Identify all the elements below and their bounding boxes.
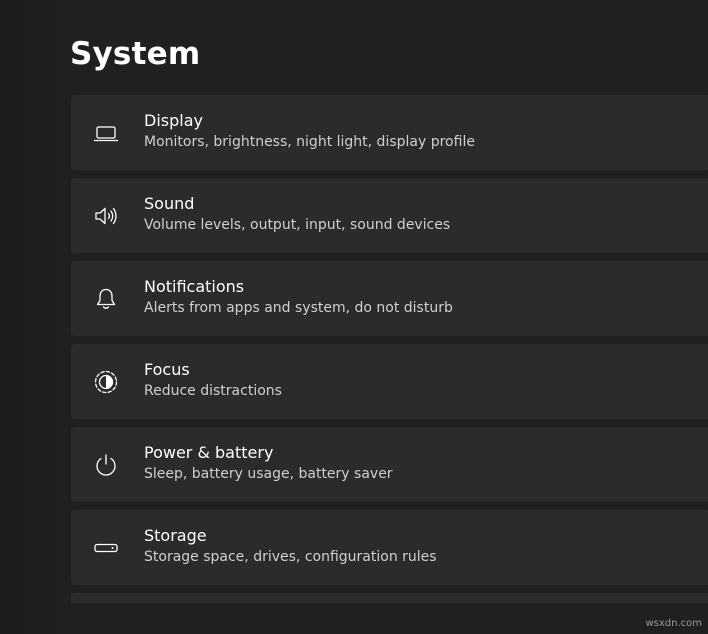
- settings-item-sound[interactable]: Sound Volume levels, output, input, soun…: [71, 178, 708, 253]
- settings-item-next-partial[interactable]: [71, 593, 708, 603]
- focus-icon: [92, 368, 120, 396]
- speaker-icon: [92, 202, 120, 230]
- settings-item-description: Reduce distractions: [144, 383, 282, 399]
- settings-item-display[interactable]: Display Monitors, brightness, night ligh…: [71, 95, 708, 170]
- settings-item-notifications[interactable]: Notifications Alerts from apps and syste…: [71, 261, 708, 336]
- settings-item-label: Focus: [144, 360, 190, 379]
- settings-item-label: Storage: [144, 526, 207, 545]
- settings-item-label: Power & battery: [144, 443, 274, 462]
- page-title: System: [70, 36, 201, 72]
- settings-page: System Display Monitors, brightness, nig…: [0, 0, 708, 634]
- settings-item-description: Storage space, drives, configuration rul…: [144, 549, 437, 565]
- power-icon: [92, 451, 120, 479]
- settings-item-label: Sound: [144, 194, 195, 213]
- settings-item-description: Alerts from apps and system, do not dist…: [144, 300, 453, 316]
- settings-list: Display Monitors, brightness, night ligh…: [71, 95, 708, 611]
- storage-drive-icon: [92, 534, 120, 562]
- settings-item-description: Sleep, battery usage, battery saver: [144, 466, 393, 482]
- settings-item-label: Notifications: [144, 277, 245, 296]
- laptop-icon: [92, 119, 120, 147]
- settings-item-label: Display: [144, 111, 203, 130]
- settings-item-power-battery[interactable]: Power & battery Sleep, battery usage, ba…: [71, 427, 708, 502]
- settings-item-description: Volume levels, output, input, sound devi…: [144, 217, 451, 233]
- settings-item-focus[interactable]: Focus Reduce distractions: [71, 344, 708, 419]
- settings-item-storage[interactable]: Storage Storage space, drives, configura…: [71, 510, 708, 585]
- bell-icon: [92, 285, 120, 313]
- settings-item-description: Monitors, brightness, night light, displ…: [144, 134, 475, 150]
- watermark: wsxdn.com: [645, 618, 702, 629]
